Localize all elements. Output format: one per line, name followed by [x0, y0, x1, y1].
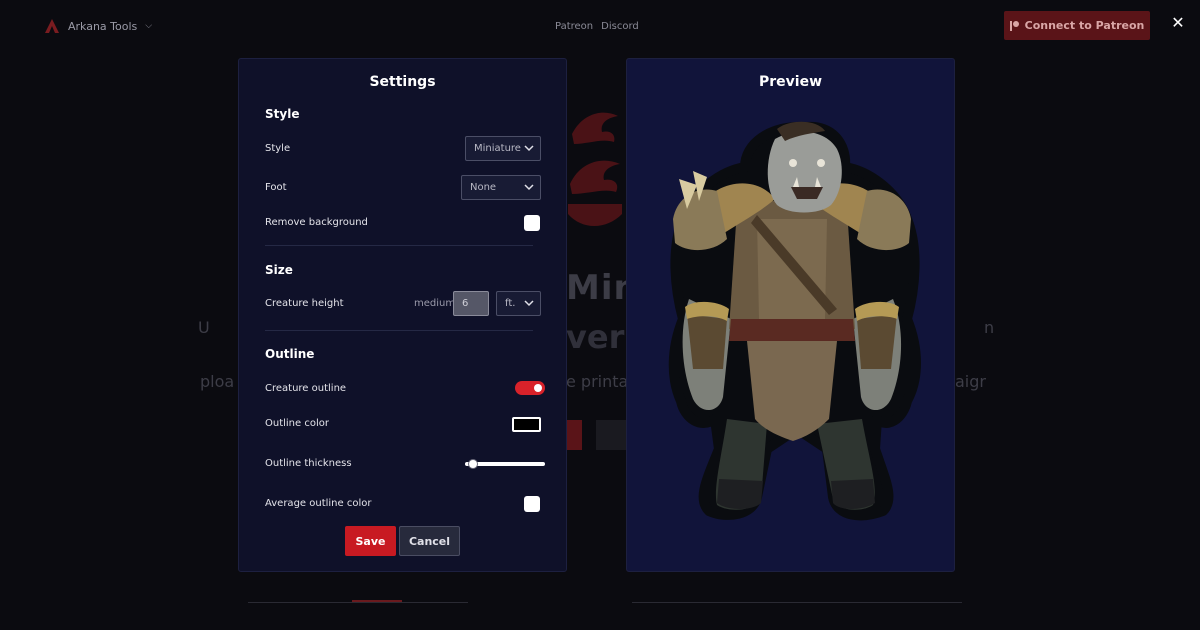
active-tab-indicator: [352, 600, 402, 602]
creature-miniature-image: [668, 121, 921, 521]
preview-title: Preview: [758, 74, 822, 90]
brand-name: Arkana Tools: [68, 19, 138, 33]
style-select[interactable]: Miniature: [465, 136, 541, 161]
top-navbar: Arkana Tools ⌵ Patreon Discord Connect t…: [0, 0, 1200, 52]
creature-outline-label: Creature outline: [265, 383, 347, 394]
hero-text-fragment: ploa: [200, 372, 235, 391]
connect-patreon-label: Connect to Patreon: [1024, 19, 1145, 32]
foot-select-value: None: [470, 182, 497, 193]
chevron-down-icon: [524, 184, 534, 191]
hero-text-fragment: e printa: [566, 372, 629, 391]
style-section-title: Style: [265, 107, 300, 121]
creature-outline-toggle[interactable]: [515, 381, 545, 395]
chevron-down-icon: ⌵: [145, 21, 153, 31]
outline-color-label: Outline color: [265, 418, 329, 429]
divider: [632, 602, 962, 603]
settings-title: Settings: [369, 74, 436, 90]
foot-label: Foot: [265, 182, 287, 193]
outline-color-picker[interactable]: [512, 417, 541, 432]
top-links: Patreon Discord: [555, 21, 639, 32]
hero-primary-button[interactable]: [566, 420, 582, 450]
height-unit-select[interactable]: ft.: [496, 291, 541, 316]
outline-section-title: Outline: [265, 347, 315, 361]
hero-subtitle: ver: [566, 318, 625, 356]
settings-panel: Settings Style Style Miniature Foot None…: [238, 58, 567, 572]
remove-background-label: Remove background: [265, 217, 368, 228]
style-select-value: Miniature: [474, 143, 521, 154]
divider: [248, 602, 468, 603]
section-divider: [265, 330, 533, 331]
hero-text-fragment: n: [984, 318, 995, 337]
outline-thickness-slider-thumb[interactable]: [468, 459, 478, 469]
hero-text-fragment: U: [198, 318, 210, 337]
creature-height-input[interactable]: [453, 291, 489, 316]
toggle-knob: [534, 384, 542, 392]
hero-text-fragment: aigr: [955, 372, 986, 391]
cancel-button[interactable]: Cancel: [399, 526, 460, 556]
nav-link-patreon[interactable]: Patreon: [555, 21, 593, 32]
creature-height-label: Creature height: [265, 298, 344, 309]
hero-secondary-button[interactable]: [596, 420, 626, 450]
save-button[interactable]: Save: [345, 526, 396, 556]
remove-background-checkbox[interactable]: [524, 215, 540, 231]
foot-select[interactable]: None: [461, 175, 541, 200]
outline-thickness-label: Outline thickness: [265, 458, 352, 469]
close-icon[interactable]: ✕: [1168, 13, 1188, 33]
nav-link-discord[interactable]: Discord: [601, 21, 639, 32]
size-section-title: Size: [265, 263, 293, 277]
section-divider: [265, 245, 533, 246]
connect-patreon-button[interactable]: Connect to Patreon: [1004, 11, 1150, 40]
size-category-label: medium: [414, 298, 456, 309]
preview-panel: Preview: [626, 58, 955, 572]
background-page: Arkana Tools ⌵ Patreon Discord Connect t…: [0, 0, 1200, 630]
dragon-logo-icon: [568, 112, 622, 226]
chevron-down-icon: [524, 300, 534, 307]
arkana-logo-icon: [45, 19, 59, 33]
style-label: Style: [265, 143, 291, 154]
height-unit-value: ft.: [505, 298, 516, 309]
patreon-icon: [1009, 20, 1019, 31]
chevron-down-icon: [524, 145, 534, 152]
average-outline-color-label: Average outline color: [265, 498, 372, 509]
average-outline-color-checkbox[interactable]: [524, 496, 540, 512]
brand-menu[interactable]: Arkana Tools ⌵: [44, 18, 152, 34]
